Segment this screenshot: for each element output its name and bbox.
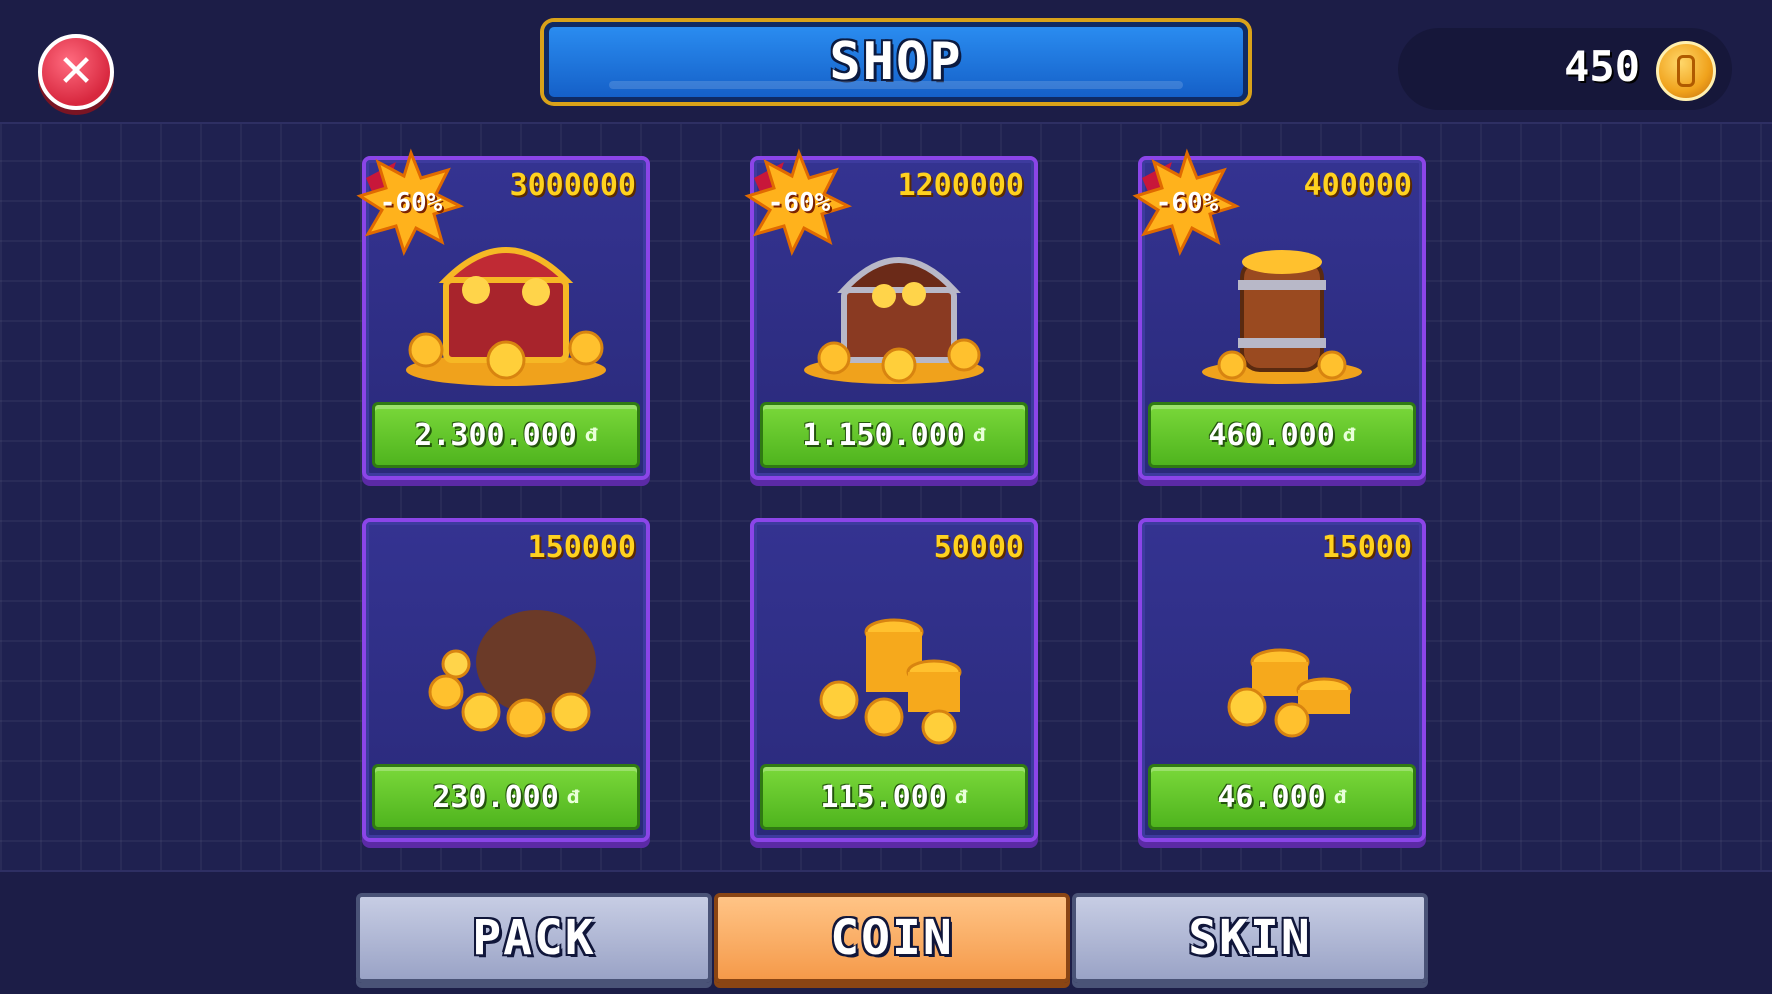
coin-amount: 3000000: [509, 168, 636, 203]
coin-pile-icon: [819, 618, 962, 745]
banner-stripe: [609, 81, 1183, 89]
currency-symbol: đ: [1342, 424, 1356, 446]
tab-coin[interactable]: COIN: [714, 893, 1070, 983]
currency-symbol: đ: [584, 424, 598, 446]
buy-button[interactable]: 115.000 đ: [760, 764, 1028, 830]
currency-symbol: đ: [954, 786, 968, 808]
close-icon: ✕: [57, 46, 95, 97]
shop-item-card[interactable]: 15000 46.000 đ: [1138, 518, 1426, 842]
coin-amount: 150000: [527, 530, 636, 565]
price-label: 2.300.000: [414, 417, 577, 453]
shop-item-card[interactable]: -60% 3000000 2.300.000 đ: [356, 148, 650, 480]
shop-item-card[interactable]: 50000 115.000 đ: [750, 518, 1038, 842]
coin-amount: 1200000: [897, 168, 1024, 203]
currency-symbol: đ: [972, 424, 986, 446]
price-label: 1.150.000: [802, 417, 965, 453]
shop-item-card[interactable]: 150000 230.000 đ: [362, 518, 650, 842]
coin-amount: 50000: [933, 530, 1024, 565]
currency-symbol: đ: [1333, 786, 1347, 808]
close-button[interactable]: ✕: [38, 34, 114, 110]
coin-balance-value: 450: [1564, 42, 1640, 91]
tab-skin[interactable]: SKIN: [1072, 893, 1428, 983]
price-label: 115.000: [820, 779, 947, 815]
coin-amount: 15000: [1321, 530, 1412, 565]
price-label: 460.000: [1208, 417, 1335, 453]
price-label: 230.000: [432, 779, 559, 815]
coin-amount: 400000: [1303, 168, 1412, 203]
shop-item-card[interactable]: -60% 1200000 1.150.000 đ: [744, 148, 1038, 480]
coin-stack-icon: [1227, 648, 1352, 738]
buy-button[interactable]: 1.150.000 đ: [760, 402, 1028, 468]
top-bar: ✕ SHOP 450: [0, 0, 1772, 124]
treasure-chest-icon: [804, 257, 984, 384]
coin-barrel-icon: [1202, 250, 1362, 384]
buy-button[interactable]: 46.000 đ: [1148, 764, 1416, 830]
coin-sack-icon: [428, 610, 596, 738]
buy-button[interactable]: 460.000 đ: [1148, 402, 1416, 468]
treasure-chest-large-icon: [406, 247, 606, 386]
buy-button[interactable]: 2.300.000 đ: [372, 402, 640, 468]
tab-pack[interactable]: PACK: [356, 893, 712, 983]
currency-symbol: đ: [566, 786, 580, 808]
price-label: 46.000: [1217, 779, 1326, 815]
buy-button[interactable]: 230.000 đ: [372, 764, 640, 830]
shop-title-banner: SHOP: [544, 22, 1248, 102]
shop-item-card[interactable]: -60% 400000 460.000 đ: [1132, 148, 1426, 480]
coin-icon: [1656, 41, 1716, 101]
coin-balance: 450: [1398, 28, 1732, 110]
